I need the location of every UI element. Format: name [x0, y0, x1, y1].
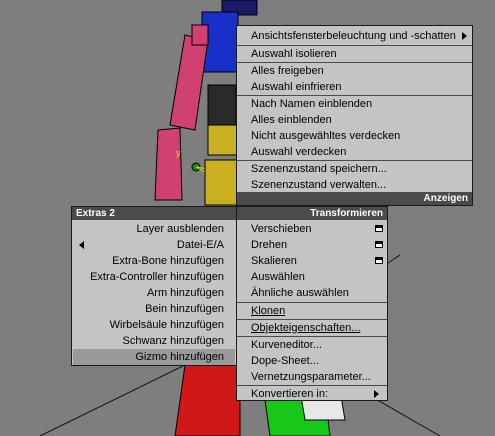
forearm [154, 127, 183, 201]
menu-item-hide-selection[interactable]: Auswahl verdecken [251, 144, 468, 160]
hip-block [204, 159, 241, 206]
leg-red [174, 364, 241, 436]
shoulder [191, 24, 209, 46]
menu-item-add-spine[interactable]: Wirbelsäule hinzufügen [76, 317, 224, 333]
quad-header-display: Anzeigen [237, 192, 472, 205]
menu-item-dope-sheet[interactable]: Dope-Sheet... [251, 353, 383, 369]
menu-item-freeze-selection[interactable]: Auswahl einfrieren [251, 79, 468, 95]
menu-item-clone[interactable]: Klonen [251, 303, 383, 319]
submenu-arrow-icon [462, 32, 467, 40]
quad-header-tools2: Extras 2 [72, 207, 236, 220]
menu-item-add-arm[interactable]: Arm hinzufügen [76, 285, 224, 301]
quad-menu-display: Ansichtsfensterbeleuchtung und -schatten… [236, 25, 473, 206]
menu-item-convert-to[interactable]: Konvertieren in: [251, 386, 383, 402]
menu-item-curve-editor[interactable]: Kurveneditor... [251, 337, 383, 353]
menu-item-unhide-all[interactable]: Alles einblenden [251, 112, 468, 128]
menu-item-save-scene-state[interactable]: Szenenzustand speichern... [251, 161, 468, 177]
menu-item-select[interactable]: Auswählen [251, 269, 383, 285]
menu-item-manage-scene-states[interactable]: Szenenzustand verwalten... [251, 177, 468, 193]
menu-item-hide-unselected[interactable]: Nicht ausgewähltes verdecken [251, 128, 468, 144]
menu-item-file-io[interactable]: Datei-E/A [76, 237, 224, 253]
menu-item-select-similar[interactable]: Ähnliche auswählen [251, 285, 383, 301]
menu-item-hide-layer[interactable]: Layer ausblenden [76, 221, 224, 237]
menu-item-viewport-lighting[interactable]: Ansichtsfensterbeleuchtung und -schatten [251, 28, 468, 44]
settings-box-icon[interactable] [375, 257, 383, 264]
axis-label: y [176, 148, 181, 158]
grid-line [39, 364, 186, 436]
upper-arm [169, 34, 209, 131]
menu-item-object-properties[interactable]: Objekteigenschaften... [251, 320, 383, 336]
settings-box-icon[interactable] [375, 225, 383, 232]
menu-item-add-tail[interactable]: Schwanz hinzufügen [76, 333, 224, 349]
menu-item-wire-parameters[interactable]: Vernetzungsparameter... [251, 369, 383, 385]
menu-item-rotate[interactable]: Drehen [251, 237, 383, 253]
menu-item-isolate-selection[interactable]: Auswahl isolieren [251, 46, 468, 62]
pelvis [207, 124, 239, 156]
menu-item-add-extra-bone[interactable]: Extra-Bone hinzufügen [76, 253, 224, 269]
menu-item-add-extra-controller[interactable]: Extra-Controller hinzufügen [76, 269, 224, 285]
menu-item-add-leg[interactable]: Bein hinzufügen [76, 301, 224, 317]
submenu-arrow-icon [374, 390, 379, 398]
menu-item-unfreeze-all[interactable]: Alles freigeben [251, 63, 468, 79]
menu-item-move[interactable]: Verschieben [251, 221, 383, 237]
quad-menu-transform: Transformieren Verschieben Drehen Skalie… [236, 206, 388, 401]
menu-item-scale[interactable]: Skalieren [251, 253, 383, 269]
quad-menu-tools2: Extras 2 Layer ausblenden Datei-E/A Extr… [71, 206, 237, 366]
quad-header-transform: Transformieren [237, 207, 387, 220]
menu-item-unhide-by-name[interactable]: Nach Namen einblenden [251, 96, 468, 112]
settings-box-icon[interactable] [375, 241, 383, 248]
menu-item-add-gizmo[interactable]: Gizmo hinzufügen [76, 349, 224, 365]
